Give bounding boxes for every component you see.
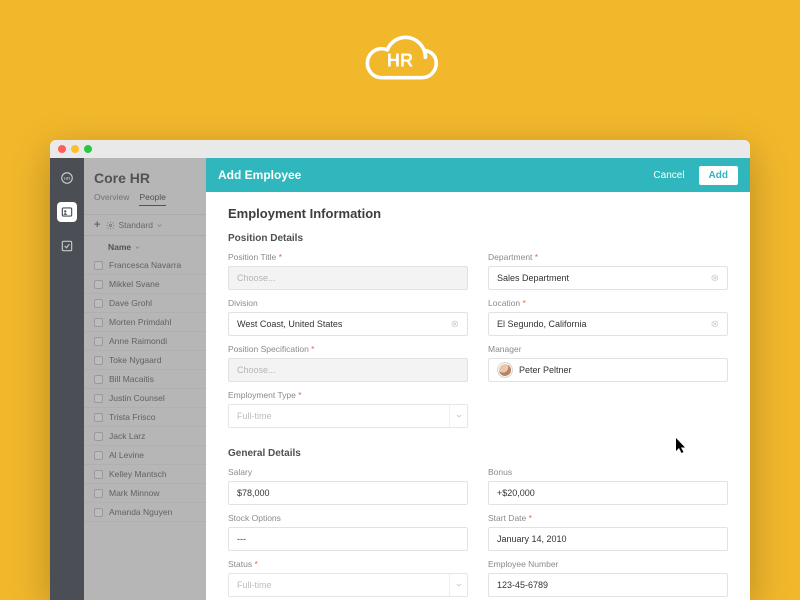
position-spec-select[interactable]: Choose... xyxy=(228,358,468,382)
label-position-title: Position Title * xyxy=(228,252,468,262)
label-salary: Salary xyxy=(228,467,468,477)
salary-input[interactable]: $78,000 xyxy=(228,481,468,505)
clear-icon[interactable]: ⊗ xyxy=(711,273,719,284)
form-header: Add Employee Cancel Add xyxy=(206,158,750,192)
rail-logo-icon[interactable]: HR xyxy=(57,168,77,188)
window-titlebar xyxy=(50,140,750,158)
subsection-position-details: Position Details xyxy=(228,233,728,244)
avatar-icon xyxy=(497,362,513,378)
svg-text:HR: HR xyxy=(387,50,413,70)
label-employment-type: Employment Type * xyxy=(228,390,468,400)
clear-icon[interactable]: ⊗ xyxy=(711,319,719,330)
form-header-title: Add Employee xyxy=(218,168,301,182)
nav-rail: HR xyxy=(50,158,84,600)
rail-checkbox-icon[interactable] xyxy=(57,236,77,256)
label-position-spec: Position Specification * xyxy=(228,344,468,354)
position-title-select[interactable]: Choose... xyxy=(228,266,468,290)
app-window: HR Core HR Overview People + Standard xyxy=(50,140,750,600)
window-close-dot[interactable] xyxy=(58,145,66,153)
bonus-input[interactable]: +$20,000 xyxy=(488,481,728,505)
add-button[interactable]: Add xyxy=(699,166,738,185)
label-bonus: Bonus xyxy=(488,467,728,477)
division-select[interactable]: West Coast, United States ⊗ xyxy=(228,312,468,336)
label-stock-options: Stock Options xyxy=(228,513,468,523)
department-select[interactable]: Sales Department ⊗ xyxy=(488,266,728,290)
window-zoom-dot[interactable] xyxy=(84,145,92,153)
cancel-button[interactable]: Cancel xyxy=(647,166,690,185)
form-body: Employment Information Position Details … xyxy=(206,192,750,600)
label-status: Status * xyxy=(228,559,468,569)
location-select[interactable]: El Segundo, California ⊗ xyxy=(488,312,728,336)
label-location: Location * xyxy=(488,298,728,308)
manager-select[interactable]: Peter Peltner xyxy=(488,358,728,382)
label-division: Division xyxy=(228,298,468,308)
sidebar: Core HR Overview People + Standard Name … xyxy=(84,158,206,600)
window-minimize-dot[interactable] xyxy=(71,145,79,153)
label-department: Department * xyxy=(488,252,728,262)
stock-options-input[interactable]: --- xyxy=(228,527,468,551)
employment-type-select[interactable]: Full-time xyxy=(228,404,468,428)
label-manager: Manager xyxy=(488,344,728,354)
label-employee-number: Employee Number xyxy=(488,559,728,569)
clear-icon[interactable]: ⊗ xyxy=(451,319,459,330)
rail-people-icon[interactable] xyxy=(57,202,77,222)
subsection-general-details: General Details xyxy=(228,448,728,459)
status-select[interactable]: Full-time xyxy=(228,573,468,597)
sidebar-overlay xyxy=(84,158,206,600)
brand-logo: HR xyxy=(0,0,800,88)
employee-number-input[interactable]: 123-45-6789 xyxy=(488,573,728,597)
label-start-date: Start Date * xyxy=(488,513,728,523)
svg-text:HR: HR xyxy=(64,176,71,181)
chevron-down-icon xyxy=(455,581,463,589)
chevron-down-icon xyxy=(455,412,463,420)
main-panel: Add Employee Cancel Add Employment Infor… xyxy=(206,158,750,600)
section-employment-info: Employment Information xyxy=(228,206,728,221)
start-date-input[interactable]: January 14, 2010 xyxy=(488,527,728,551)
